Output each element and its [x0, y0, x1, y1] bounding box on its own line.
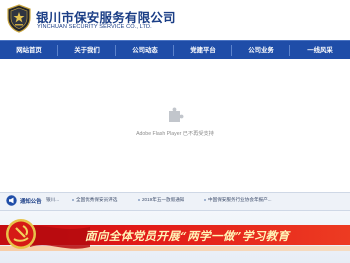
nav-item-party[interactable]: 党建平台 [174, 41, 232, 60]
nav-item-label: 公司动态 [132, 47, 158, 54]
notice-label: 通知公告 [20, 199, 42, 205]
notice-item[interactable]: 银川... [46, 197, 59, 203]
nav-item-business[interactable]: 公司业务 [232, 41, 290, 60]
notice-bar: 通知公告 银川... 全国优秀保安员评选 2019年五一放假通知 中国保安服务行… [0, 192, 350, 211]
puzzle-piece-icon [169, 107, 184, 122]
flash-banner-area [0, 59, 350, 192]
megaphone-icon [6, 195, 17, 206]
nav-item-label: 公司业务 [248, 47, 274, 54]
notice-item[interactable]: 全国优秀保安员评选 [72, 197, 117, 203]
notice-text: 中国保安服务行业协会年报产... [208, 197, 272, 202]
nav-item-home[interactable]: 网站首页 [0, 41, 58, 60]
nav-item-about[interactable]: 关于我们 [58, 41, 116, 60]
nav-item-frontline[interactable]: 一线风采 [290, 41, 350, 60]
notice-text: 全国优秀保安员评选 [76, 197, 118, 202]
company-logo-icon[interactable] [6, 4, 32, 33]
red-flag-wave [30, 226, 90, 249]
nav-item-label: 关于我们 [74, 47, 100, 54]
notice-text: 银川... [46, 197, 60, 202]
nav-item-news[interactable]: 公司动态 [116, 41, 174, 60]
bullet-icon [72, 198, 74, 201]
nav-item-label: 党建平台 [190, 47, 216, 54]
flash-unsupported-message: Adobe Flash Player 已不再受支持 [136, 131, 214, 137]
bullet-icon [204, 198, 206, 201]
nav-item-label: 一线风采 [307, 47, 333, 54]
notice-item[interactable]: 中国保安服务行业协会年报产... [204, 197, 272, 203]
banner-slogan: 面向全体党员开展“两学一做”学习教育 [85, 229, 290, 243]
party-education-banner[interactable]: 面向全体党员开展“两学一做”学习教育 [0, 211, 350, 263]
notice-item[interactable]: 2019年五一放假通知 [138, 197, 184, 203]
party-emblem-icon [6, 219, 36, 249]
nav-item-label: 网站首页 [16, 47, 42, 54]
company-name-en: YINCHUAN SECURITY SERVICE CO., LTD. [37, 24, 152, 30]
site-header: 银川市保安服务有限公司 YINCHUAN SECURITY SERVICE CO… [0, 0, 350, 40]
notice-text: 2019年五一放假通知 [142, 197, 185, 202]
main-nav: 网站首页 关于我们 公司动态 党建平台 公司业务 一线风采 [0, 40, 350, 60]
bullet-icon [138, 198, 140, 201]
